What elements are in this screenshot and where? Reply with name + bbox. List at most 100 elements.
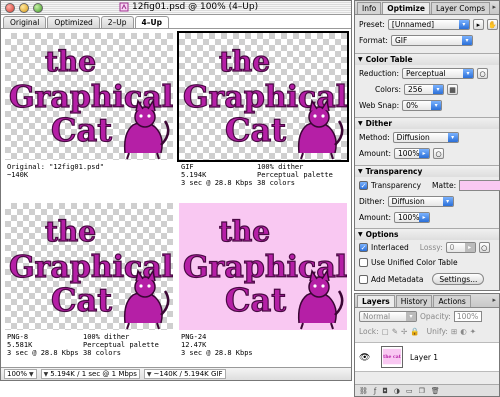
four-up-canvas: the Graphical Cat Original: "12fig01.psd" … [3, 31, 349, 367]
metadata-row: Add Metadata Settings... [359, 273, 485, 285]
preview-pane-png24[interactable]: the Graphical Cat PNG-24 12.47K 3 sec @ 28… [177, 201, 349, 369]
transparency-amount-select[interactable]: 100% ▸ [394, 212, 430, 223]
chevron-down-icon: ▸ [464, 243, 475, 252]
matte-color-swatch[interactable] [459, 180, 500, 191]
new-layer-icon[interactable]: ❐ [419, 387, 425, 395]
color-table-icon[interactable]: ▦ [447, 84, 459, 95]
dither-amount-select[interactable]: 100% ▸ [394, 148, 430, 159]
tab-original[interactable]: Original [3, 16, 47, 28]
mask-icon[interactable]: ◘ [382, 387, 388, 395]
pane-info: Original: "12fig01.psd" ~140K [7, 163, 173, 179]
minimize-window-button[interactable] [19, 3, 29, 13]
lock-move-icon[interactable]: ✢ [401, 327, 407, 336]
layer-row[interactable]: 👁 the cat Layer 1 [355, 342, 499, 372]
zoom-level-dropdown[interactable]: 100% ▼ [4, 369, 37, 379]
eye-icon[interactable]: 👁 [359, 353, 370, 363]
reduction-options-icon[interactable]: ○ [477, 68, 489, 79]
title-bar[interactable]: 12fig01.psd @ 100% (4–Up) [1, 1, 351, 15]
close-window-button[interactable] [5, 3, 15, 13]
preview-image[interactable]: the Graphical Cat [179, 203, 347, 330]
info-size: 12.47K [181, 341, 207, 349]
layer-thumb-artwork: the cat [382, 348, 402, 365]
artwork-word: Cat [51, 281, 112, 319]
download-speed-dropdown[interactable]: ▼ 5.194K / 1 sec @ 1 Mbps [40, 369, 140, 379]
transparency-dither-select[interactable]: Diffusion ▾ [387, 196, 454, 207]
document-title: 12fig01.psd @ 100% (4–Up) [119, 2, 258, 12]
disclosure-triangle-icon[interactable]: ▼ [358, 56, 363, 63]
preview-pane-gif[interactable]: the Graphical Cat GIF 100% dither 5.194K Per… [177, 31, 349, 199]
dither-mask-icon[interactable]: ○ [433, 148, 444, 159]
palette-menu-icon[interactable]: ▸ [492, 296, 496, 304]
blend-mode-select[interactable]: Normal ▾ [359, 311, 417, 322]
artwork-word: Cat [225, 111, 286, 149]
cat-artwork: theGraphicalCat [8, 44, 173, 160]
artwork-word: the [219, 45, 270, 78]
transparency-section-header[interactable]: ▼ Transparency [355, 165, 499, 177]
colors-row: Colors: 256 ▾ ▦ [375, 84, 459, 95]
tab-actions[interactable]: Actions [433, 295, 471, 307]
color-table-section-header[interactable]: ▼ Color Table [355, 53, 499, 65]
tab-optimize[interactable]: Optimize [382, 2, 430, 14]
interlaced-checkbox[interactable]: ✓ [359, 243, 368, 252]
dither-method-select[interactable]: Diffusion ▾ [392, 132, 459, 143]
trash-icon[interactable]: 🗑 [431, 387, 440, 395]
opacity-field[interactable]: 100% [453, 311, 482, 322]
info-download-time: 3 sec @ 28.8 Kbps [181, 179, 253, 187]
dither-section-header[interactable]: ▼ Dither [355, 117, 499, 129]
unified-color-table-checkbox[interactable] [359, 258, 368, 267]
reduction-select[interactable]: Perceptual ▾ [402, 68, 475, 79]
zoom-window-button[interactable] [33, 3, 43, 13]
transparency-checkbox[interactable]: ✓ [359, 181, 368, 190]
dither-amount-row: Amount: 100% ▸ ○ [359, 148, 444, 159]
interlaced-row: ✓ Interlaced Lossy: 0 ▸ ○ [359, 242, 490, 253]
optimize-menu-icon[interactable]: ▸ [472, 19, 484, 30]
chevron-down-icon: ▾ [463, 69, 474, 78]
unify-visibility-icon[interactable]: ◐ [460, 327, 467, 336]
link-icon[interactable]: ⛓ [359, 387, 368, 395]
new-group-icon[interactable]: ▭ [406, 387, 413, 395]
layers-toolbar: ⛓ ƒ ◘ ◑ ▭ ❐ 🗑 [355, 384, 499, 396]
format-select[interactable]: GIF ▾ [390, 35, 473, 46]
document-window: 12fig01.psd @ 100% (4–Up) Original Optim… [0, 0, 352, 381]
preview-image[interactable]: the Graphical Cat [5, 33, 173, 160]
hand-icon[interactable]: ✋ [486, 19, 498, 30]
chevron-down-icon: ▸ [419, 213, 429, 222]
palette-menu-icon[interactable]: ▸ [492, 3, 496, 11]
layer-name[interactable]: Layer 1 [410, 353, 438, 362]
tab-layers[interactable]: Layers [357, 295, 395, 307]
preview-image[interactable]: the Graphical Cat [5, 203, 173, 330]
colors-select[interactable]: 256 ▾ [404, 84, 445, 95]
preview-image[interactable]: the Graphical Cat [177, 31, 349, 162]
disclosure-triangle-icon[interactable]: ▼ [358, 120, 363, 127]
preset-select[interactable]: [Unnamed] ▾ [387, 19, 470, 30]
web-snap-select[interactable]: 0% ▾ [402, 100, 443, 111]
layer-style-icon[interactable]: ƒ [374, 387, 376, 395]
tab-info[interactable]: Info [357, 2, 382, 14]
disclosure-triangle-icon[interactable]: ▼ [358, 168, 363, 175]
lock-transparent-icon[interactable]: ▢ [382, 327, 389, 336]
tab-4-up[interactable]: 4–Up [134, 16, 169, 28]
unify-position-icon[interactable]: ⊞ [451, 327, 457, 336]
reduction-row: Reduction: Perceptual ▾ ○ [359, 68, 489, 79]
tab-layer-comps[interactable]: Layer Comps [430, 2, 491, 14]
lossy-mask-icon[interactable]: ○ [478, 242, 490, 253]
transparency-row: ✓ Transparency Matte: ▾ [359, 180, 500, 191]
lock-all-icon[interactable]: 🔒 [410, 327, 419, 336]
tab-history[interactable]: History [395, 295, 433, 307]
preview-pane-png8[interactable]: the Graphical Cat PNG-8 100% dither 5.581K P… [3, 201, 175, 369]
lossy-select[interactable]: 0 ▸ [445, 242, 476, 253]
tab-2-up[interactable]: 2–Up [100, 16, 134, 28]
blend-row: Normal ▾ Opacity: 100% [359, 311, 482, 322]
preview-pane-original[interactable]: the Graphical Cat Original: "12fig01.psd" … [3, 31, 175, 199]
unify-style-icon[interactable]: ✦ [470, 327, 476, 336]
settings-button[interactable]: Settings... [432, 273, 485, 285]
add-metadata-checkbox[interactable] [359, 274, 368, 284]
lock-brush-icon[interactable]: ✎ [392, 327, 398, 336]
options-section-header[interactable]: ▼ Options [355, 228, 499, 240]
lock-row: Lock: ▢ ✎ ✢ 🔒 Unify: ⊞ ◐ ✦ [359, 327, 477, 336]
info-colors: 38 colors [83, 349, 121, 357]
adjustment-layer-icon[interactable]: ◑ [394, 387, 400, 395]
tab-optimized[interactable]: Optimized [47, 16, 100, 28]
disclosure-triangle-icon[interactable]: ▼ [358, 231, 363, 238]
file-size-dropdown[interactable]: ▼ ~140K / 5.194K GIF [143, 369, 226, 379]
